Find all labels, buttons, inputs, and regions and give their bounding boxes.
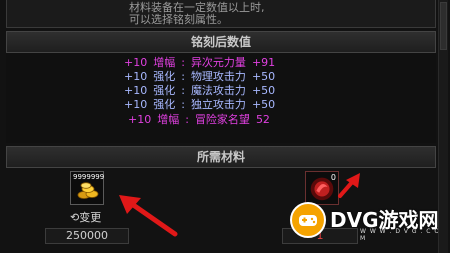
stats-panel: +10 增幅: 异次元力量 +91 +10 强化: 物理攻击力 +50 +10 强化: 魔法攻击…	[6, 53, 436, 143]
scrollbar[interactable]	[438, 0, 448, 253]
stat-name: 独立攻击力	[190, 98, 246, 111]
gold-stack-count: 9999999	[73, 173, 105, 181]
stat-value: +50	[251, 70, 276, 83]
stat-name: 物理攻击力	[190, 70, 246, 83]
site-watermark: DVG游戏网 W W W . D V G . C O M	[290, 196, 446, 248]
stat-level: +10	[124, 56, 148, 69]
change-material-button[interactable]: ⟲变更	[70, 209, 101, 225]
stat-type: 增幅	[157, 113, 180, 126]
stat-row: +10 强化: 物理攻击力 +50	[124, 70, 281, 84]
stat-sep: :	[185, 113, 189, 126]
change-label: 变更	[79, 211, 102, 224]
description-box: 材料装备在一定数值以上时, 可以选择铭刻属性。	[6, 0, 436, 28]
stat-name: 异次元力量	[190, 56, 246, 69]
stat-level: +10	[124, 98, 148, 111]
stat-name: 冒险家名望	[194, 113, 250, 126]
gold-material-slot[interactable]: 9999999	[70, 171, 104, 205]
stat-value: +50	[251, 98, 276, 111]
stat-sep: :	[181, 98, 185, 111]
stat-row: +10 增幅: 异次元力量 +91	[124, 56, 281, 70]
stat-type: 强化	[153, 70, 176, 83]
refresh-icon: ⟲	[70, 211, 80, 224]
stat-level: +10	[124, 70, 148, 83]
stat-type: 强化	[153, 98, 176, 111]
stat-sep: :	[181, 84, 185, 97]
stat-value: +91	[251, 56, 276, 69]
stat-type: 强化	[153, 84, 176, 97]
required-materials-header: 所需材料	[6, 146, 436, 168]
watermark-url: W W W . D V G . C O M	[360, 228, 441, 242]
stat-value: 52	[255, 113, 270, 126]
stat-row: +10 增幅: 冒险家名望 52	[128, 113, 276, 127]
red-arrow-icon	[119, 195, 178, 237]
stat-sep: :	[181, 70, 185, 83]
gold-coins-icon	[77, 182, 99, 199]
stat-row: +10 强化: 独立攻击力 +50	[124, 98, 281, 112]
stat-row: +10 强化: 魔法攻击力 +50	[124, 84, 281, 98]
gamepad-logo-icon	[290, 202, 326, 238]
stat-name: 魔法攻击力	[190, 84, 246, 97]
stat-type: 增幅	[153, 56, 176, 69]
stat-level: +10	[124, 84, 148, 97]
stat-value: +50	[251, 84, 276, 97]
scrollbar-thumb[interactable]	[440, 2, 447, 50]
stat-level: +10	[128, 113, 152, 126]
stat-sep: :	[181, 56, 185, 69]
description-line-2: 可以选择铭刻属性。	[129, 13, 228, 26]
inscription-values-header: 铭刻后数值	[6, 31, 436, 53]
